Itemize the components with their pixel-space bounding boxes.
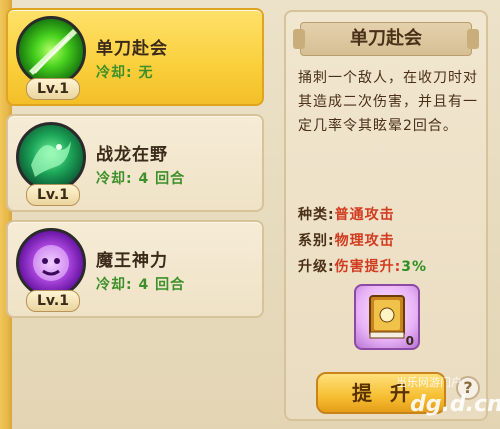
green-slash-icon xyxy=(16,16,86,86)
stat-series-value: 物理攻击 xyxy=(334,233,395,249)
skill-cooldown: 冷却: 4 回合 xyxy=(96,171,186,187)
skill-card-2[interactable]: Lv.1 战龙在野 冷却: 4 回合 xyxy=(6,114,264,212)
stat-series: 系别:物理攻击 xyxy=(298,230,395,250)
skill-name: 单刀赴会 xyxy=(96,39,168,59)
stat-upgrade-value: 伤害提升: xyxy=(334,259,402,275)
stat-upgrade-percent: 3% xyxy=(401,259,427,275)
level-badge: Lv.1 xyxy=(26,290,80,312)
book-count: 0 xyxy=(405,334,414,348)
skill-list: Lv.1 单刀赴会 冷却: 无 Lv.1 战龙在野 冷却: 4 回合 Lv.1 … xyxy=(6,8,276,321)
detail-title: 单刀赴会 xyxy=(350,28,422,49)
stat-upgrade: 升级:伤害提升:3% xyxy=(298,256,427,276)
level-badge: Lv.1 xyxy=(26,184,80,206)
level-badge: Lv.1 xyxy=(26,78,80,100)
skill-detail-panel: 单刀赴会 捅刺一个敌人，在收刀时对其造成二次伤害，并且有一定几率令其眩晕2回合。… xyxy=(284,10,488,421)
skill-card-1[interactable]: Lv.1 单刀赴会 冷却: 无 xyxy=(6,8,264,106)
skill-card-3[interactable]: Lv.1 魔王神力 冷却: 4 回合 xyxy=(6,220,264,318)
skill-description: 捅刺一个敌人，在收刀时对其造成二次伤害，并且有一定几率令其眩晕2回合。 xyxy=(298,70,478,134)
skill-name: 魔王神力 xyxy=(96,251,168,271)
stat-type-label: 种类: xyxy=(298,207,335,223)
purple-lion-icon xyxy=(16,228,86,298)
skill-book-item[interactable]: 0 xyxy=(354,284,420,350)
stat-type: 种类:普通攻击 xyxy=(298,204,395,224)
stat-series-label: 系别: xyxy=(298,233,335,249)
stat-upgrade-label: 升级: xyxy=(298,259,335,275)
green-dragon-icon xyxy=(16,122,86,192)
watermark-line1: 当乐网游门户 xyxy=(396,376,462,389)
skill-window: Lv.1 单刀赴会 冷却: 无 Lv.1 战龙在野 冷却: 4 回合 Lv.1 … xyxy=(0,0,500,429)
watermark: 当乐网游门户 dg.d.cn xyxy=(396,374,500,426)
skill-cooldown: 冷却: 无 xyxy=(96,65,154,81)
stat-type-value: 普通攻击 xyxy=(334,207,395,223)
watermark-line2: dg.d.cn xyxy=(410,392,500,417)
detail-title-banner: 单刀赴会 xyxy=(293,22,479,56)
skill-name: 战龙在野 xyxy=(96,145,168,165)
skill-cooldown: 冷却: 4 回合 xyxy=(96,277,186,293)
